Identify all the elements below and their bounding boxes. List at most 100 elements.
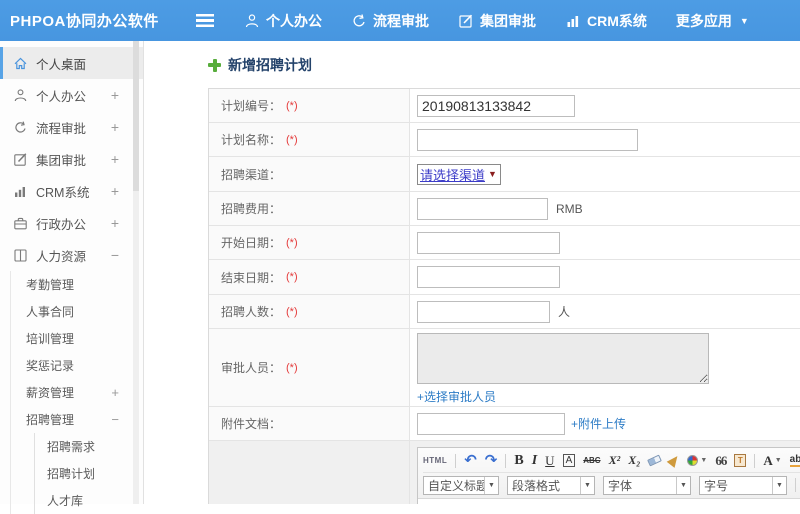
sidebar-item-label: 流程审批 [36, 118, 86, 137]
fee-unit: RMB [556, 202, 583, 216]
expand-icon[interactable]: + [111, 183, 119, 199]
approver-textarea[interactable] [417, 333, 709, 384]
sidebar-item-recruit[interactable]: 招聘管理 − [11, 406, 143, 433]
top-header: PHPOA协同办公软件 个人办公 流程审批 集团审批 CRM系统 [0, 0, 800, 41]
field-label: 开始日期： (*) [209, 226, 410, 259]
briefcase-icon [13, 216, 28, 231]
sidebar-item-talent-pool[interactable]: 人才库 [35, 487, 143, 514]
nav-label: 流程审批 [373, 11, 429, 31]
channel-select[interactable]: 请选择渠道 ▼ [417, 164, 501, 185]
form-row-plan-no: 计划编号： (*) [209, 89, 800, 123]
sidebar-item-label: 招聘计划 [47, 465, 95, 482]
nav-crm-system[interactable]: CRM系统 [565, 11, 647, 31]
redo-icon[interactable]: ↷ [485, 453, 498, 468]
bold-button[interactable]: B [514, 453, 523, 469]
undo-icon[interactable]: ↶ [464, 453, 477, 468]
process-icon [13, 120, 28, 135]
sidebar-item-contract[interactable]: 人事合同 [11, 298, 143, 325]
html-source-button[interactable]: HTML [423, 456, 447, 465]
highlight-button[interactable]: ab▼ [790, 455, 800, 467]
recruit-submenu: 招聘需求 招聘计划 人才库 [34, 433, 143, 514]
plan-no-input[interactable] [417, 95, 575, 117]
nav-personal-office[interactable]: 个人办公 [244, 11, 322, 31]
fee-input[interactable] [417, 198, 548, 220]
expand-icon[interactable]: + [111, 385, 119, 400]
sidebar-item-label: 行政办公 [36, 214, 86, 233]
subscript-button[interactable]: X₂ [628, 453, 640, 468]
required-mark: (*) [286, 306, 298, 318]
paste-text-icon[interactable]: T [734, 454, 746, 467]
eraser-icon[interactable] [648, 455, 663, 467]
italic-button[interactable]: I [532, 453, 537, 469]
expand-icon[interactable]: + [111, 87, 119, 103]
home-icon [13, 56, 28, 71]
start-date-input[interactable] [417, 232, 560, 254]
sidebar-item-salary[interactable]: 薪资管理 + [11, 379, 143, 406]
expand-icon[interactable]: + [111, 215, 119, 231]
nav-label: CRM系统 [587, 11, 647, 31]
color-palette-icon[interactable]: ▼ [687, 455, 707, 466]
collapse-icon[interactable]: − [111, 247, 119, 263]
nav-group-approval[interactable]: 集团审批 [458, 11, 536, 31]
form-row-editor: HTML ↶ ↷ B I U A ABC X² X₂ [209, 441, 800, 504]
form-row-channel: 招聘渠道： 请选择渠道 ▼ [209, 157, 800, 192]
sidebar: 个人桌面 个人办公 + 流程审批 + 集团审批 + CRM系统 + 行政办公 + [0, 41, 144, 504]
sidebar-item-admin[interactable]: 行政办公 + [0, 207, 143, 239]
sidebar-item-reward[interactable]: 奖惩记录 [11, 352, 143, 379]
nav-label: 个人办公 [266, 11, 322, 31]
headcount-unit: 人 [558, 303, 570, 320]
top-nav: 个人办公 流程审批 集团审批 CRM系统 更多应用 ▼ [244, 11, 778, 31]
sidebar-item-crm[interactable]: CRM系统 + [0, 175, 143, 207]
end-date-input[interactable] [417, 266, 560, 288]
menu-toggle-icon[interactable] [196, 14, 214, 27]
select-caret-icon: ▼ [580, 477, 594, 494]
sidebar-item-label: 奖惩记录 [26, 357, 74, 374]
select-caret-icon: ▼ [488, 169, 497, 179]
autotypeset-button[interactable]: A [563, 454, 576, 467]
recruit-plan-form: 计划编号： (*) 计划名称： (*) 招聘渠道： 请选择渠道 [208, 88, 800, 504]
sidebar-item-attendance[interactable]: 考勤管理 [11, 271, 143, 298]
paragraph-format-select[interactable]: 段落格式 ▼ [507, 476, 595, 495]
sidebar-item-training[interactable]: 培训管理 [11, 325, 143, 352]
blockquote-button[interactable]: 66 [715, 453, 726, 469]
sidebar-item-label: 集团审批 [36, 150, 86, 169]
sidebar-item-process[interactable]: 流程审批 + [0, 111, 143, 143]
form-row-headcount: 招聘人数： (*) 人 [209, 295, 800, 329]
expand-icon[interactable]: + [111, 119, 119, 135]
nav-label: 集团审批 [480, 11, 536, 31]
editor-toolbar: HTML ↶ ↷ B I U A ABC X² X₂ [418, 448, 800, 499]
font-color-button[interactable]: A▼ [763, 453, 781, 469]
collapse-icon[interactable]: − [111, 412, 119, 427]
sidebar-item-label: CRM系统 [36, 182, 89, 201]
attachment-upload-link[interactable]: +附件上传 [571, 415, 626, 432]
sidebar-item-group[interactable]: 集团审批 + [0, 143, 143, 175]
font-size-select[interactable]: 字号 ▼ [699, 476, 787, 495]
superscript-button[interactable]: X² [609, 453, 621, 468]
plan-name-input[interactable] [417, 129, 638, 151]
choose-approver-link[interactable]: +选择审批人员 [417, 388, 496, 405]
headcount-input[interactable] [417, 301, 550, 323]
underline-button[interactable]: U [545, 453, 554, 469]
field-label-empty [209, 441, 410, 504]
sidebar-item-hr[interactable]: 人力资源 − [0, 239, 143, 271]
editor-content-area[interactable] [418, 499, 800, 504]
nav-process-approval[interactable]: 流程审批 [351, 11, 429, 31]
custom-title-select[interactable]: 自定义标题 ▼ [423, 476, 499, 495]
field-label: 招聘人数： (*) [209, 295, 410, 328]
select-caret-icon: ▼ [772, 477, 786, 494]
sidebar-item-personal[interactable]: 个人办公 + [0, 79, 143, 111]
expand-icon[interactable]: + [111, 151, 119, 167]
sidebar-item-recruit-demand[interactable]: 招聘需求 [35, 433, 143, 460]
chart-icon [13, 184, 28, 199]
sidebar-scrollbar[interactable] [133, 41, 139, 504]
field-label: 招聘渠道： [209, 157, 410, 191]
sidebar-item-label: 培训管理 [26, 330, 74, 347]
nav-more-apps[interactable]: 更多应用 ▼ [676, 11, 749, 31]
form-row-plan-name: 计划名称： (*) [209, 123, 800, 157]
strikethrough-button[interactable]: ABC [583, 456, 600, 465]
sidebar-item-recruit-plan[interactable]: 招聘计划 [35, 460, 143, 487]
format-brush-icon[interactable] [667, 453, 682, 468]
font-family-select[interactable]: 字体 ▼ [603, 476, 691, 495]
sidebar-item-desktop[interactable]: 个人桌面 [0, 47, 143, 79]
attachment-input[interactable] [417, 413, 565, 435]
